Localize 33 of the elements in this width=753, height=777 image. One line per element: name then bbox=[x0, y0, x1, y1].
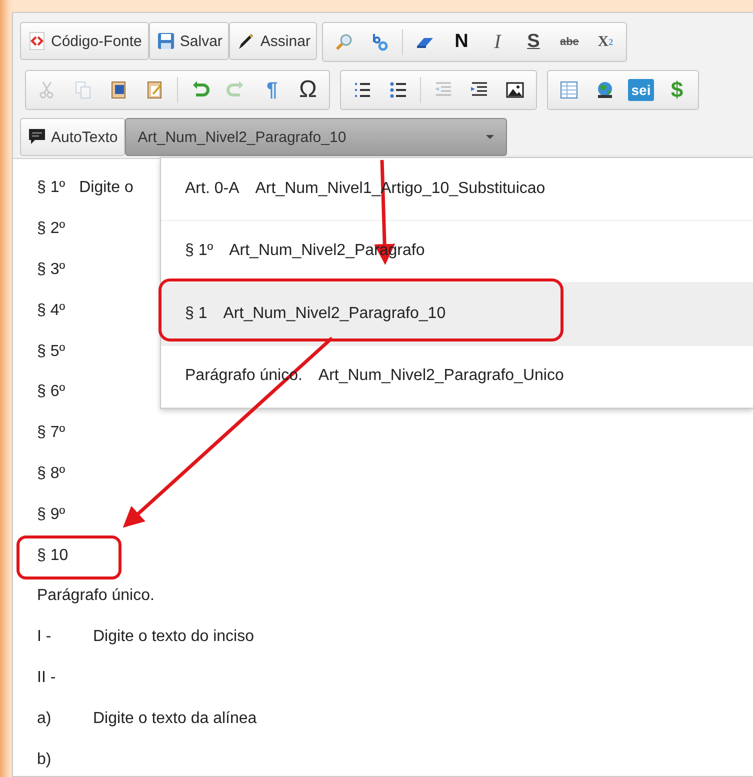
toolbar-button[interactable]: AutoTexto bbox=[20, 118, 125, 156]
paragraph-number: § 5º bbox=[37, 342, 66, 361]
format-button[interactable]: S bbox=[516, 27, 550, 57]
paragraph-text: Digite o bbox=[79, 179, 134, 198]
paragraph-number: § 1º bbox=[37, 179, 66, 198]
paragraph-number: § 10 bbox=[37, 546, 68, 565]
toolbar-button[interactable]: Salvar bbox=[148, 22, 230, 60]
paragraph-number: § 9º bbox=[37, 506, 66, 524]
paragraph-number: § 7º bbox=[37, 424, 66, 442]
format-button[interactable]: I bbox=[480, 27, 514, 57]
format-button[interactable]: Ω bbox=[291, 75, 325, 105]
paragraph-text: Digite o texto do inciso bbox=[93, 628, 254, 646]
paragraph-number: a) bbox=[37, 710, 52, 728]
format-button[interactable]: abe bbox=[552, 27, 586, 57]
paragraph-text: Digite o texto da alínea bbox=[93, 710, 257, 728]
toolbar-button[interactable]: Código-Fonte bbox=[20, 22, 149, 60]
paragraph-number: Parágrafo único. bbox=[37, 587, 154, 606]
dropdown-option[interactable]: § 1 Art_Num_Nivel2_Paragrafo_10 bbox=[161, 283, 753, 346]
paragraph-number: § 6º bbox=[37, 383, 66, 402]
paragraph-number: § 8º bbox=[37, 464, 66, 483]
paragraph-number: § 2º bbox=[37, 220, 66, 238]
format-button[interactable]: N bbox=[444, 27, 478, 57]
caret-icon bbox=[486, 135, 494, 139]
template-dropdown[interactable]: Art_Num_Nivel2_Paragrafo_10 bbox=[124, 118, 507, 156]
paragraph-number: § 3º bbox=[37, 260, 66, 279]
source-code-icon bbox=[27, 31, 47, 51]
paragraph-number: § 4º bbox=[37, 302, 66, 320]
paragraph-number: II - bbox=[37, 668, 56, 687]
speech-bubble-icon bbox=[27, 127, 47, 147]
paragraph-number: b) bbox=[37, 750, 52, 769]
logo-button[interactable]: sei bbox=[628, 79, 654, 101]
toolbar-button[interactable]: Assinar bbox=[229, 22, 318, 60]
paragraph-number: I - bbox=[37, 628, 52, 646]
